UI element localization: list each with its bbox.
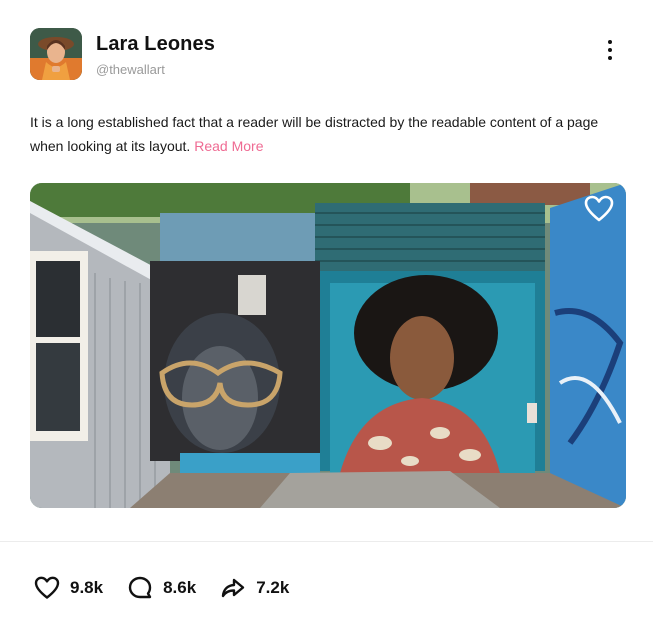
post-header: Lara Leones @thewallart: [30, 28, 623, 82]
avatar-image: [30, 28, 82, 80]
author-handle: @thewallart: [96, 62, 165, 77]
post-card: Lara Leones @thewallart It is a long est…: [0, 0, 653, 629]
share-arrow-icon: [221, 578, 245, 598]
comment-bubble-icon: [128, 576, 152, 599]
comment-button[interactable]: 8.6k: [127, 575, 196, 601]
mural-photo: [30, 183, 626, 508]
comment-count: 8.6k: [163, 578, 197, 597]
more-vertical-icon[interactable]: [603, 40, 617, 66]
like-button[interactable]: 9.8k: [34, 575, 103, 601]
author-name[interactable]: Lara Leones: [96, 33, 215, 56]
post-text: It is a long established fact that a rea…: [30, 114, 599, 154]
share-count: 7.2k: [256, 578, 290, 597]
post-body: It is a long established fact that a rea…: [30, 110, 630, 158]
post-image[interactable]: [30, 183, 626, 508]
heart-outline-icon[interactable]: [584, 195, 614, 223]
like-count: 9.8k: [70, 578, 104, 597]
share-button[interactable]: 7.2k: [220, 575, 289, 601]
avatar[interactable]: [30, 28, 82, 80]
post-actions: 9.8k 8.6k 7.2k: [34, 574, 313, 602]
divider: [0, 541, 653, 542]
read-more-link[interactable]: Read More: [194, 138, 263, 154]
heart-icon: [34, 576, 60, 599]
